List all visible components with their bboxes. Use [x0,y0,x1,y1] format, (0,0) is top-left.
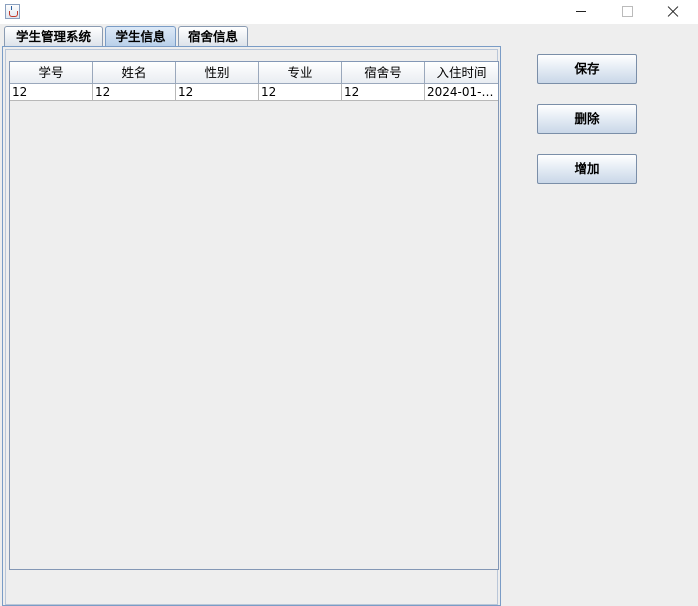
table-cell[interactable]: 12 [259,84,342,101]
table-row[interactable]: 12 12 12 12 12 2024-01-04 ... [10,84,498,101]
title-bar [0,0,698,24]
minimize-icon[interactable] [558,0,604,24]
save-button[interactable]: 保存 [537,54,637,84]
column-header-gender[interactable]: 性别 [176,62,259,84]
column-header-dorm-number[interactable]: 宿舍号 [342,62,425,84]
table-cell[interactable]: 12 [10,84,93,101]
table-cell[interactable]: 12 [93,84,176,101]
table-header: 学号 姓名 性别 专业 宿舍号 入住时间 [10,62,498,84]
tab-student-info[interactable]: 学生信息 [105,26,176,47]
table-cell[interactable]: 12 [176,84,259,101]
java-app-icon[interactable] [5,4,20,19]
column-header-name[interactable]: 姓名 [93,62,176,84]
table-cell[interactable]: 12 [342,84,425,101]
delete-button[interactable]: 删除 [537,104,637,134]
student-table-scrollpane[interactable]: 学号 姓名 性别 专业 宿舍号 入住时间 12 12 12 12 12 2024… [9,61,499,570]
tab-student-management-system[interactable]: 学生管理系统 [4,26,103,46]
add-button[interactable]: 增加 [537,154,637,184]
table-cell[interactable]: 2024-01-04 ... [425,84,498,101]
maximize-icon[interactable] [604,0,650,24]
column-header-student-id[interactable]: 学号 [10,62,93,84]
close-icon[interactable] [650,0,696,24]
column-header-major[interactable]: 专业 [259,62,342,84]
column-header-checkin-time[interactable]: 入住时间 [425,62,498,84]
tab-dorm-info[interactable]: 宿舍信息 [178,26,248,46]
